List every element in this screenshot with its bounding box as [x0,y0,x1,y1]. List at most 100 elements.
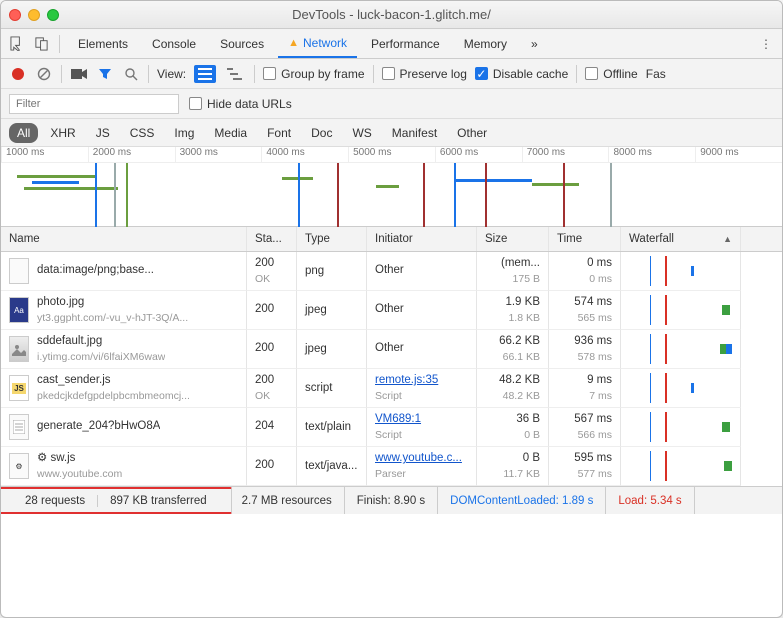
tab-more[interactable]: » [521,31,548,57]
request-host: pkedcjkdefgpdelpbcmbmeomcj... [37,389,190,403]
cell-type: png [297,252,367,291]
request-host: www.youtube.com [37,467,122,481]
filter-input[interactable] [9,94,179,114]
cell-time: 567 ms566 ms [549,408,621,447]
cell-initiator[interactable]: VM689:1Script [367,408,477,447]
search-icon[interactable] [122,65,140,83]
col-status[interactable]: Sta... [247,227,297,251]
cell-status: 200 [247,447,297,486]
view-list-button[interactable] [194,65,216,83]
table-row[interactable]: data:image/png;base... [1,252,247,291]
tab-sources[interactable]: Sources [210,31,274,57]
titlebar: DevTools - luck-bacon-1.glitch.me/ [1,1,782,29]
cell-time: 574 ms565 ms [549,291,621,330]
tab-memory[interactable]: Memory [454,31,517,57]
type-filter-ws[interactable]: WS [344,123,379,143]
cell-size: 66.2 KB66.1 KB [477,330,549,369]
disable-cache-checkbox[interactable]: ✓Disable cache [475,67,568,81]
type-filter-font[interactable]: Font [259,123,299,143]
timeline-overview[interactable]: 1000 ms2000 ms3000 ms4000 ms5000 ms6000 … [1,147,782,227]
inspect-icon[interactable] [7,34,27,54]
type-filter-bar: AllXHRJSCSSImgMediaFontDocWSManifestOthe… [1,119,782,147]
tab-performance[interactable]: Performance [361,31,450,57]
col-initiator[interactable]: Initiator [367,227,477,251]
type-filter-js[interactable]: JS [88,123,118,143]
request-host: yt3.ggpht.com/-vu_v-hJT-3Q/A... [37,311,188,325]
type-filter-xhr[interactable]: XHR [42,123,83,143]
cell-initiator[interactable]: Other [367,252,477,291]
overview-tick: 1000 ms [1,147,88,162]
overview-body [1,163,782,227]
col-size[interactable]: Size [477,227,549,251]
camera-icon[interactable] [70,65,88,83]
request-name: ⚙ sw.js [37,451,122,467]
cell-initiator[interactable]: Other [367,291,477,330]
type-filter-other[interactable]: Other [449,123,495,143]
type-filter-css[interactable]: CSS [122,123,163,143]
cell-waterfall [621,447,741,486]
view-waterfall-button[interactable] [224,65,246,83]
status-load: Load: 5.34 s [606,487,694,514]
cell-initiator[interactable]: www.youtube.c...Parser [367,447,477,486]
table-row[interactable]: Aa photo.jpg yt3.ggpht.com/-vu_v-hJT-3Q/… [1,291,247,330]
overview-tick: 4000 ms [261,147,348,162]
type-filter-img[interactable]: Img [166,123,202,143]
table-row[interactable]: ⚙ ⚙ sw.js www.youtube.com [1,447,247,486]
status-requests: 28 requests [13,495,98,507]
view-label: View: [157,67,186,81]
table-row[interactable]: sddefault.jpg i.ytimg.com/vi/6lfaiXM6waw [1,330,247,369]
network-toolbar: View: Group by frame Preserve log ✓Disab… [1,59,782,89]
panel-tabs: Elements Console Sources ▲ Network Perfo… [1,29,782,59]
cell-initiator[interactable]: remote.js:35Script [367,369,477,408]
group-by-frame-checkbox[interactable]: Group by frame [263,67,364,81]
cell-size: 36 B0 B [477,408,549,447]
type-filter-doc[interactable]: Doc [303,123,340,143]
type-filter-media[interactable]: Media [206,123,255,143]
cell-status: 200 [247,330,297,369]
clear-button[interactable] [35,65,53,83]
overview-tick: 3000 ms [175,147,262,162]
cell-initiator[interactable]: Other [367,330,477,369]
cell-type: jpeg [297,330,367,369]
overview-tick: 6000 ms [435,147,522,162]
cell-status: 200OK [247,252,297,291]
record-button[interactable] [9,65,27,83]
cell-waterfall [621,252,741,291]
cell-waterfall [621,408,741,447]
filter-icon[interactable] [96,65,114,83]
cell-waterfall [621,369,741,408]
kebab-menu-icon[interactable]: ⋮ [756,34,776,54]
table-row[interactable]: generate_204?bHwO8A [1,408,247,447]
hide-data-urls-checkbox[interactable]: Hide data URLs [189,97,292,111]
request-name: data:image/png;base... [37,263,154,279]
status-finish: Finish: 8.90 s [345,487,438,514]
table-header: Name Sta... Type Initiator Size Time Wat… [1,227,782,252]
table-row[interactable]: JS cast_sender.js pkedcjkdefgpdelpbcmbme… [1,369,247,408]
tab-console[interactable]: Console [142,31,206,57]
request-table: data:image/png;base... 200OK png Other (… [1,252,782,486]
tab-elements[interactable]: Elements [68,31,138,57]
col-type[interactable]: Type [297,227,367,251]
throttle-select[interactable]: Fas [646,67,666,81]
preserve-log-checkbox[interactable]: Preserve log [382,67,467,81]
devtools-window: DevTools - luck-bacon-1.glitch.me/ Eleme… [0,0,783,618]
filter-bar: Hide data URLs [1,89,782,119]
device-toggle-icon[interactable] [31,34,51,54]
cell-type: text/java... [297,447,367,486]
tab-network[interactable]: ▲ Network [278,30,357,58]
col-name[interactable]: Name [1,227,247,251]
col-time[interactable]: Time [549,227,621,251]
offline-checkbox[interactable]: Offline [585,67,637,81]
overview-tick: 7000 ms [522,147,609,162]
type-filter-manifest[interactable]: Manifest [384,123,445,143]
cell-waterfall [621,291,741,330]
col-waterfall[interactable]: Waterfall▲ [621,227,741,251]
cell-size: 48.2 KB48.2 KB [477,369,549,408]
cell-size: (mem...175 B [477,252,549,291]
request-host: i.ytimg.com/vi/6lfaiXM6waw [37,350,165,364]
request-name: generate_204?bHwO8A [37,419,160,435]
cell-time: 936 ms578 ms [549,330,621,369]
request-name: sddefault.jpg [37,334,165,350]
type-filter-all[interactable]: All [9,123,38,143]
warning-icon: ▲ [288,37,299,49]
